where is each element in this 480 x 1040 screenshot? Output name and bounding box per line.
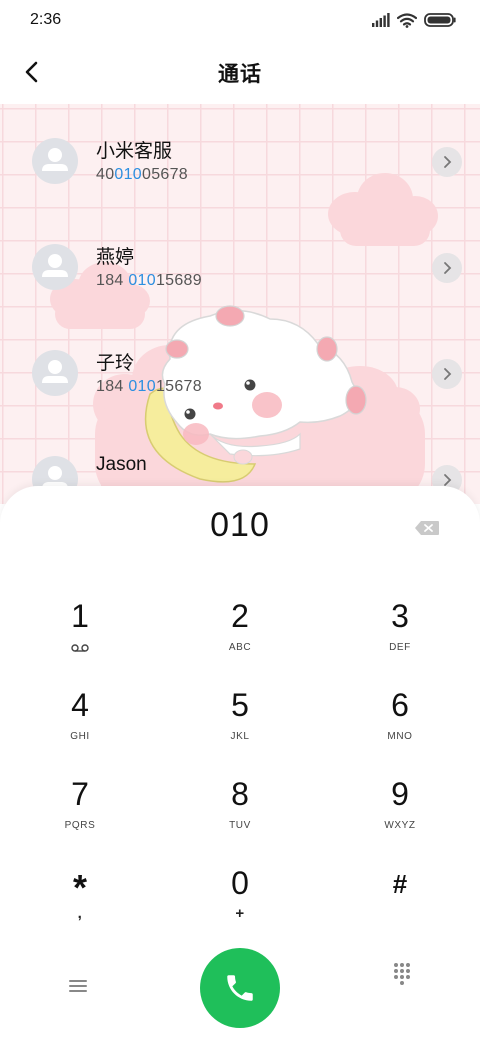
number-match: 010 (114, 166, 143, 183)
key-hash[interactable]: # (340, 865, 460, 945)
dialpad: 010 1 2 ABC 3 DEF 4 GHI 5 JKL 6 MNO 7 PQ… (0, 486, 480, 1040)
key-star[interactable]: * , (20, 865, 140, 945)
menu-icon (69, 980, 87, 992)
contact-row[interactable]: 燕婷 184 01015689 (0, 236, 480, 326)
key-5[interactable]: 5 JKL (180, 687, 300, 767)
key-letters: GHI (70, 731, 90, 742)
key-9[interactable]: 9 WXYZ (340, 776, 460, 856)
avatar (32, 350, 78, 396)
person-icon (42, 360, 68, 383)
app-header: 通话 (0, 40, 480, 104)
key-letters: , (77, 905, 83, 922)
status-icons (372, 12, 456, 28)
contact-number: 4001005678 (96, 166, 189, 183)
chevron-right-icon (444, 156, 452, 168)
chevron-right-icon (444, 262, 452, 274)
contact-name: 子玲 (96, 353, 135, 374)
voicemail-icon (71, 644, 89, 652)
key-letters: JKL (230, 731, 250, 742)
call-button[interactable] (200, 948, 280, 1028)
signal-icon (372, 13, 390, 27)
key-4[interactable]: 4 GHI (20, 687, 140, 767)
contact-name: Jason (96, 454, 147, 475)
page-title: 通话 (218, 63, 262, 86)
key-6[interactable]: 6 MNO (340, 687, 460, 767)
contact-detail-button[interactable] (432, 253, 462, 283)
avatar (32, 138, 78, 184)
key-letters: PQRS (64, 820, 96, 831)
number-match: 010 (128, 272, 156, 289)
phone-icon (227, 975, 253, 1001)
status-bar: 2:36 (0, 0, 480, 40)
key-digit: 3 (391, 598, 409, 634)
key-letters: MNO (387, 731, 413, 742)
contact-row[interactable]: 子玲 184 01015678 (0, 342, 480, 432)
key-digit: 6 (391, 687, 409, 723)
dialed-number[interactable]: 010 (0, 506, 480, 545)
key-2[interactable]: 2 ABC (180, 598, 300, 678)
avatar (32, 244, 78, 290)
contact-detail-button[interactable] (432, 147, 462, 177)
contact-row[interactable]: 小米客服 4001005678 (0, 130, 480, 220)
key-letters: DEF (389, 642, 411, 653)
keypad-icon (394, 963, 410, 985)
chevron-right-icon (444, 368, 452, 380)
backspace-icon (415, 521, 439, 535)
key-digit: 8 (231, 776, 249, 812)
key-letters: WXYZ (384, 820, 416, 831)
menu-button[interactable] (54, 962, 102, 1010)
contact-name: 燕婷 (96, 247, 135, 268)
key-digit: 4 (71, 687, 89, 723)
key-letters: TUV (229, 820, 251, 831)
keypad-toggle-button[interactable] (378, 950, 426, 998)
battery-icon (424, 13, 456, 27)
contact-name: 小米客服 (96, 141, 173, 162)
key-digit: * (72, 867, 87, 908)
key-digit: 9 (391, 776, 409, 812)
key-letters: ABC (228, 642, 252, 653)
person-icon (42, 148, 68, 171)
key-digit: 1 (71, 598, 89, 634)
chevron-right-icon (444, 474, 452, 486)
key-digit: 0 (231, 865, 249, 901)
backspace-button[interactable] (410, 516, 444, 540)
key-digit: 2 (231, 598, 249, 634)
status-time: 2:36 (30, 11, 62, 28)
key-digit: # (392, 869, 408, 899)
person-icon (42, 254, 68, 277)
wifi-icon (397, 12, 417, 28)
contact-number: 184 01015689 (96, 272, 202, 289)
key-7[interactable]: 7 PQRS (20, 776, 140, 856)
contact-results: 小米客服 4001005678 燕婷 184 01015689 子玲 184 0… (0, 104, 480, 504)
key-letters: + (235, 905, 245, 922)
key-3[interactable]: 3 DEF (340, 598, 460, 678)
key-0[interactable]: 0 + (180, 865, 300, 945)
contact-detail-button[interactable] (432, 359, 462, 389)
key-digit: 7 (71, 776, 89, 812)
key-digit: 5 (231, 687, 249, 723)
key-1[interactable]: 1 (20, 598, 140, 678)
key-8[interactable]: 8 TUV (180, 776, 300, 856)
contact-number: 184 01015678 (96, 378, 202, 395)
number-match: 010 (128, 378, 156, 395)
